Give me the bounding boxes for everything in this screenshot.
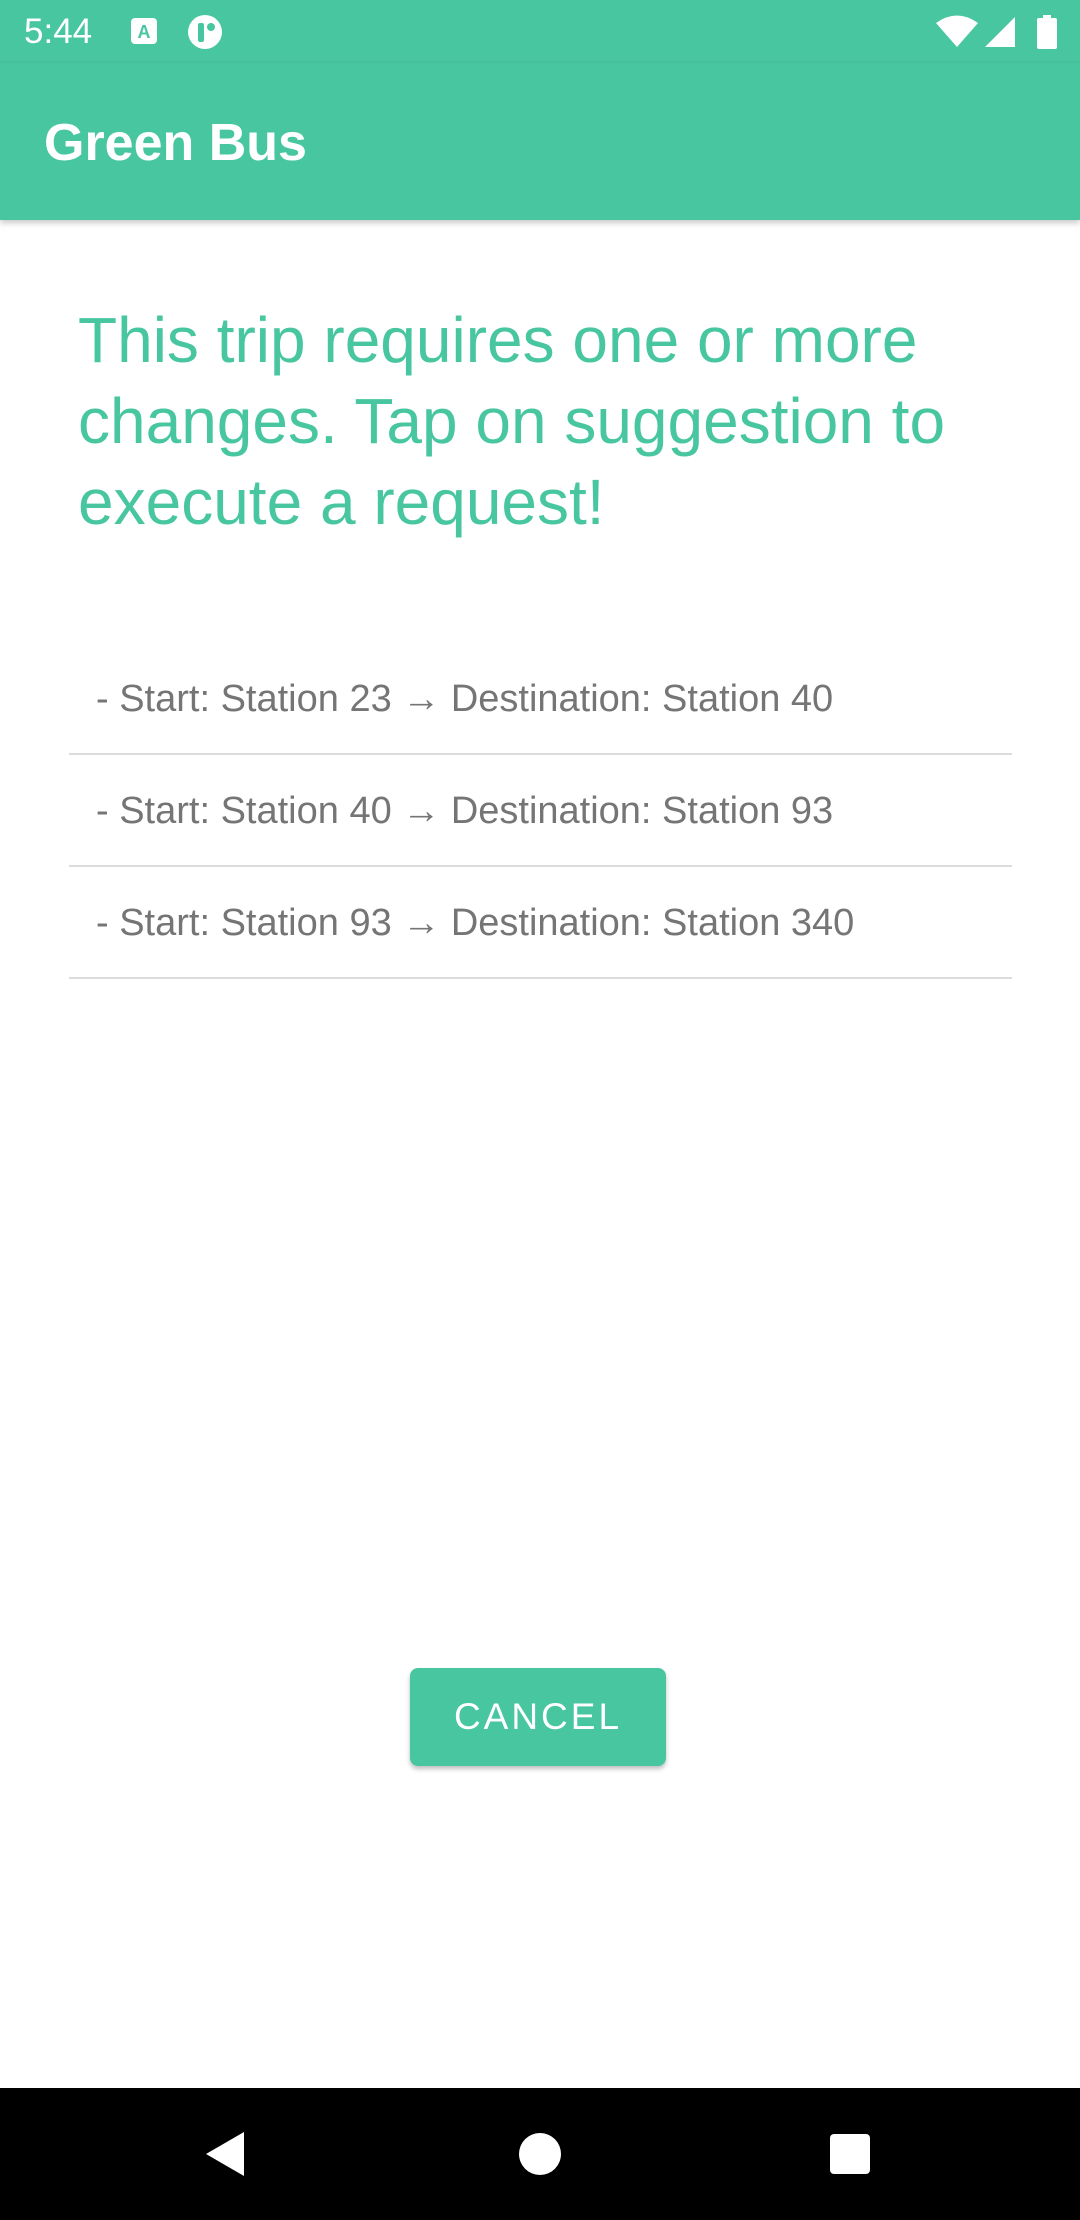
- back-button[interactable]: [196, 2124, 256, 2184]
- trip-suggestion-item[interactable]: - Start: Station 23 → Destination: Stati…: [69, 643, 1012, 755]
- recents-icon: [830, 2134, 870, 2174]
- instruction-heading: This trip requires one or more changes. …: [78, 304, 946, 538]
- back-icon: [206, 2132, 244, 2176]
- recents-button[interactable]: [820, 2124, 880, 2184]
- trip-suggestion-list: - Start: Station 23 → Destination: Stati…: [69, 643, 1012, 979]
- svg-text:A: A: [138, 22, 151, 42]
- navigation-bar: [0, 2088, 1080, 2220]
- home-button[interactable]: [510, 2124, 570, 2184]
- a11y-notification-icon: A: [131, 18, 157, 44]
- wifi-icon: [936, 15, 978, 47]
- battery-icon: [1037, 15, 1057, 49]
- trip-suggestion-item[interactable]: - Start: Station 40 → Destination: Stati…: [69, 755, 1012, 867]
- status-bar: 5:44 A: [0, 0, 1080, 63]
- home-icon: [519, 2133, 561, 2175]
- app-title: Green Bus: [44, 114, 307, 172]
- signal-icon: [985, 17, 1015, 47]
- cancel-button[interactable]: CANCEL: [410, 1668, 666, 1766]
- trip-suggestion-item[interactable]: - Start: Station 93 → Destination: Stati…: [69, 867, 1012, 979]
- app-bar: Green Bus: [0, 63, 1080, 220]
- app-notification-icon: [188, 15, 222, 49]
- status-time: 5:44: [24, 12, 93, 51]
